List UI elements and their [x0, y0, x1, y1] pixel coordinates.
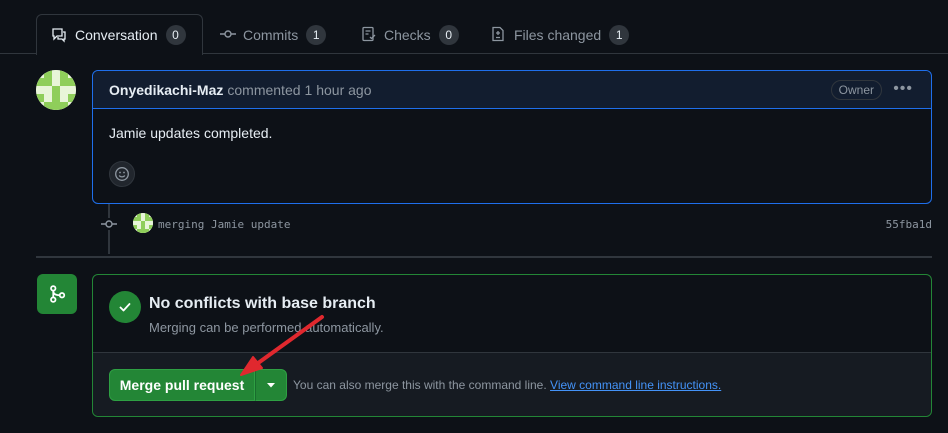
tab-label: Files changed	[514, 26, 602, 43]
triangle-down-icon	[266, 382, 276, 388]
kebab-menu-icon[interactable]: •••	[893, 80, 913, 98]
tab-count: 1	[609, 24, 630, 45]
git-merge-icon	[37, 274, 77, 314]
commit-author-avatar[interactable]	[133, 213, 153, 233]
pr-tab-nav: Conversation 0 Commits 1 Checks 0 Files …	[0, 0, 948, 55]
command-line-hint-text: You can also merge this with the command…	[293, 378, 547, 392]
check-icon	[109, 291, 141, 323]
comment-timestamp[interactable]: 1 hour ago	[305, 82, 372, 98]
tab-count: 0	[165, 25, 186, 45]
file-diff-icon	[490, 26, 506, 42]
merge-actions: Merge pull request You can also merge th…	[93, 353, 931, 416]
owner-badge: Owner	[830, 80, 882, 100]
comment-action: commented	[227, 81, 301, 98]
tab-checks[interactable]: Checks 0	[361, 14, 459, 55]
merge-status: No conflicts with base branch Merging ca…	[93, 275, 931, 353]
timeline-divider	[36, 256, 932, 258]
commit-message[interactable]: merging Jamie update	[158, 218, 290, 231]
merge-status-title: No conflicts with base branch	[149, 295, 376, 312]
tab-count: 0	[438, 24, 459, 45]
add-reaction-button[interactable]	[109, 161, 135, 187]
comment-header: Onyedikachi-Maz commented 1 hour ago Own…	[93, 71, 931, 109]
comment-discussion-icon	[51, 27, 67, 43]
comment-box: Onyedikachi-Maz commented 1 hour ago Own…	[92, 70, 932, 204]
tab-files-changed[interactable]: Files changed 1	[490, 14, 630, 55]
git-commit-icon	[220, 26, 236, 42]
checklist-icon	[361, 26, 377, 42]
avatar[interactable]	[36, 70, 76, 110]
tab-label: Commits	[243, 26, 299, 43]
smiley-icon	[114, 166, 130, 182]
tab-count: 1	[306, 24, 327, 45]
git-commit-icon	[100, 216, 118, 235]
tab-label: Checks	[384, 26, 431, 43]
view-command-line-link[interactable]: View command line instructions.	[550, 378, 721, 392]
commit-row: merging Jamie update 55fba1d	[96, 212, 936, 236]
merge-status-subtitle: Merging can be performed automatically.	[149, 320, 384, 335]
comment-author[interactable]: Onyedikachi-Maz	[109, 82, 223, 98]
commit-sha[interactable]: 55fba1d	[886, 218, 932, 231]
tab-label: Conversation	[75, 27, 158, 43]
merge-pull-request-button[interactable]: Merge pull request	[109, 369, 255, 401]
command-line-hint: You can also merge this with the command…	[293, 378, 721, 392]
merge-box: No conflicts with base branch Merging ca…	[92, 274, 932, 417]
merge-method-dropdown[interactable]	[255, 369, 287, 401]
comment-body: Jamie updates completed.	[109, 125, 273, 141]
tab-commits[interactable]: Commits 1	[220, 14, 327, 55]
tab-conversation[interactable]: Conversation 0	[36, 14, 203, 55]
